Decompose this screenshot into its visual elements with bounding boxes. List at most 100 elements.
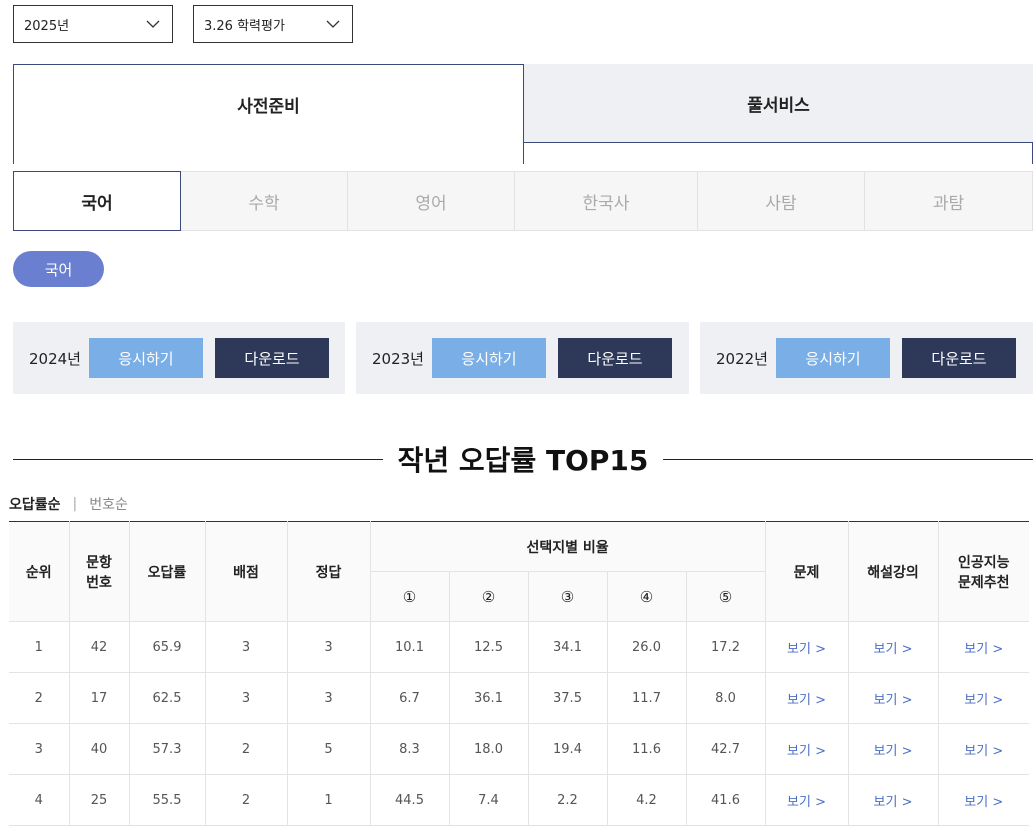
table-row: 4 25 55.5 2 1 44.5 7.4 2.2 4.2 41.6 보기 >… [9,774,1030,826]
cell-choice-4: 11.7 [606,672,687,724]
download-button[interactable]: 다운로드 [902,338,1016,378]
year-select[interactable]: 2025년 [13,5,173,43]
cell-choice-2: 7.4 [448,774,529,826]
cell-rank: 2 [9,672,70,724]
cell-choice-1: 8.3 [369,723,450,775]
past-exam-year: 2023년 [372,349,424,368]
header-choice-4: ④ [606,571,687,622]
download-button[interactable]: 다운로드 [558,338,672,378]
cell-choice-5: 41.6 [685,774,766,826]
view-ai-recommend-link[interactable]: 보기 > [937,621,1030,673]
try-exam-button[interactable]: 응시하기 [89,338,203,378]
cell-choice-3: 19.4 [527,723,608,775]
cell-choice-3: 37.5 [527,672,608,724]
view-lecture-link[interactable]: 보기 > [847,774,939,826]
cell-wrong-rate: 57.3 [128,723,206,775]
cell-number: 42 [68,621,130,673]
cell-answer: 3 [286,621,371,673]
exam-select[interactable]: 3.26 학력평가 [193,5,353,43]
header-wrong-rate: 오답률 [128,521,206,622]
past-exam-2023: 2023년 응시하기 다운로드 [356,322,689,394]
header-question-number: 문항 번호 [68,521,130,622]
view-problem-link[interactable]: 보기 > [764,672,849,724]
cell-choice-4: 4.2 [606,774,687,826]
view-problem-link[interactable]: 보기 > [764,723,849,775]
sort-options: 오답률순 | 번호순 [9,494,128,514]
header-choice-3: ③ [527,571,608,622]
chevron-down-icon [146,20,160,28]
cell-choice-3: 2.2 [527,774,608,826]
cell-wrong-rate: 55.5 [128,774,206,826]
cell-score: 3 [204,621,288,673]
cell-answer: 1 [286,774,371,826]
header-choice-ratio: 선택지별 비율 [369,521,766,572]
past-exam-2024: 2024년 응시하기 다운로드 [13,322,345,394]
sort-by-number[interactable]: 번호순 [89,494,128,514]
chevron-down-icon [326,20,340,28]
subject-tab-korean-history[interactable]: 한국사 [515,171,698,231]
section-title: 작년 오답률 TOP15 [397,444,649,477]
cell-score: 2 [204,774,288,826]
wrong-rate-table: 순위 문항 번호 오답률 배점 정답 선택지별 비율 문제 해설강의 인공지능 … [9,521,1030,826]
cell-choice-1: 6.7 [369,672,450,724]
cell-choice-3: 34.1 [527,621,608,673]
cell-choice-2: 36.1 [448,672,529,724]
cell-choice-2: 12.5 [448,621,529,673]
view-lecture-link[interactable]: 보기 > [847,621,939,673]
view-lecture-link[interactable]: 보기 > [847,723,939,775]
sort-by-wrong-rate[interactable]: 오답률순 [9,494,61,514]
view-ai-recommend-link[interactable]: 보기 > [937,672,1030,724]
try-exam-button[interactable]: 응시하기 [776,338,890,378]
cell-number: 40 [68,723,130,775]
view-problem-link[interactable]: 보기 > [764,621,849,673]
cell-rank: 3 [9,723,70,775]
subject-tab-science-inquiry[interactable]: 과탐 [865,171,1033,231]
subsubject-pill[interactable]: 국어 [13,251,104,287]
cell-choice-5: 17.2 [685,621,766,673]
subject-tab-social-inquiry[interactable]: 사탐 [698,171,865,231]
cell-wrong-rate: 62.5 [128,672,206,724]
view-ai-recommend-link[interactable]: 보기 > [937,774,1030,826]
subject-tab-english[interactable]: 영어 [348,171,515,231]
cell-choice-4: 11.6 [606,723,687,775]
cell-choice-2: 18.0 [448,723,529,775]
cell-rank: 4 [9,774,70,826]
tab-prep[interactable]: 사전준비 [13,64,524,164]
subject-tab-math[interactable]: 수학 [181,171,348,231]
cell-answer: 5 [286,723,371,775]
view-problem-link[interactable]: 보기 > [764,774,849,826]
header-score: 배점 [204,521,288,622]
header-answer: 정답 [286,521,371,622]
cell-number: 17 [68,672,130,724]
cell-choice-5: 8.0 [685,672,766,724]
exam-select-value: 3.26 학력평가 [204,18,285,34]
cell-choice-4: 26.0 [606,621,687,673]
header-problem: 문제 [764,521,849,622]
try-exam-button[interactable]: 응시하기 [432,338,546,378]
year-select-value: 2025년 [24,18,70,34]
download-button[interactable]: 다운로드 [215,338,329,378]
subject-tab-korean[interactable]: 국어 [13,171,181,231]
header-lecture: 해설강의 [847,521,939,622]
cell-wrong-rate: 65.9 [128,621,206,673]
cell-answer: 3 [286,672,371,724]
header-choice-5: ⑤ [685,571,766,622]
cell-number: 25 [68,774,130,826]
header-rank: 순위 [9,521,70,622]
table-row: 1 42 65.9 3 3 10.1 12.5 34.1 26.0 17.2 보… [9,621,1030,673]
heading-rule-right [663,459,1033,460]
cell-choice-5: 42.7 [685,723,766,775]
header-choice-1: ① [369,571,450,622]
cell-score: 2 [204,723,288,775]
tab-full-service[interactable]: 풀서비스 [524,64,1033,143]
table-row: 3 40 57.3 2 5 8.3 18.0 19.4 11.6 42.7 보기… [9,723,1030,775]
view-lecture-link[interactable]: 보기 > [847,672,939,724]
subject-tabs: 국어 수학 영어 한국사 사탐 과탐 [13,171,1033,231]
cell-rank: 1 [9,621,70,673]
tab-divider [1032,142,1033,164]
sort-separator: | [72,496,78,512]
view-ai-recommend-link[interactable]: 보기 > [937,723,1030,775]
past-exam-2022: 2022년 응시하기 다운로드 [700,322,1033,394]
header-ai-recommend: 인공지능 문제추천 [937,521,1030,622]
past-exam-year: 2024년 [29,349,81,368]
